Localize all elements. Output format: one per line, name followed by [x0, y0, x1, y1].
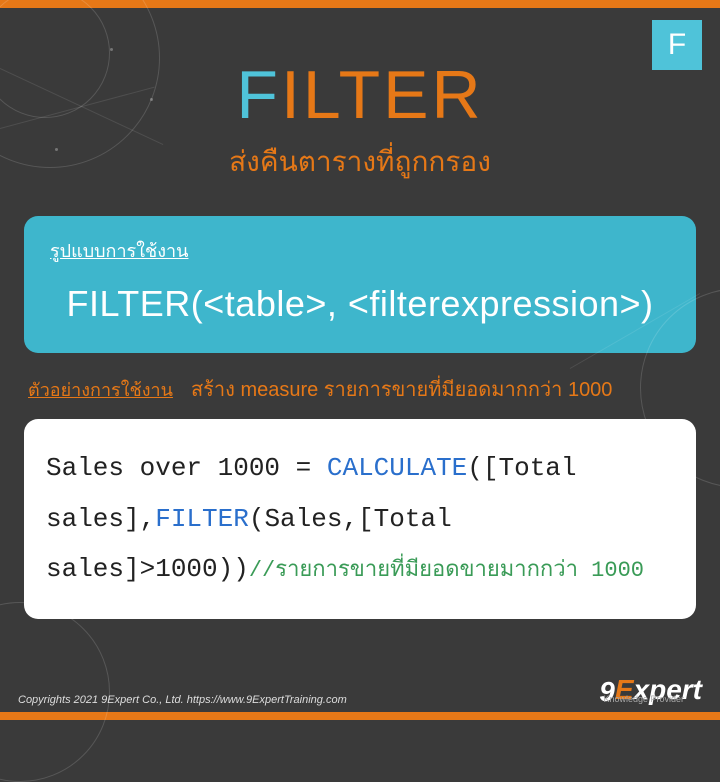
copyright-text: Copyrights 2021 9Expert Co., Ltd. https:… [18, 694, 347, 706]
title-first-letter: F [236, 57, 281, 133]
syntax-label: รูปแบบการใช้งาน [50, 236, 670, 265]
logo-subtitle: Knowledge Provider [603, 694, 684, 704]
title-rest: ILTER [281, 57, 484, 133]
code-text: Sales over 1000 = [46, 453, 327, 483]
code-keyword: FILTER [155, 504, 249, 534]
example-header: ตัวอย่างการใช้งาน สร้าง measure รายการขา… [28, 373, 692, 405]
example-label: ตัวอย่างการใช้งาน [28, 375, 173, 404]
code-box: Sales over 1000 = CALCULATE([Total sales… [24, 419, 696, 619]
code-comment: //รายการขายที่มียอดขายมากกว่า 1000 [249, 558, 644, 583]
footer: Copyrights 2021 9Expert Co., Ltd. https:… [18, 674, 702, 706]
code-keyword: CALCULATE [327, 453, 467, 483]
badge-letter: F [652, 20, 702, 70]
syntax-text: FILTER(<table>, <filterexpression>) [50, 283, 670, 325]
syntax-box: รูปแบบการใช้งาน FILTER(<table>, <filtere… [24, 216, 696, 353]
example-description: สร้าง measure รายการขายที่มียอดมากกว่า 1… [191, 373, 613, 405]
